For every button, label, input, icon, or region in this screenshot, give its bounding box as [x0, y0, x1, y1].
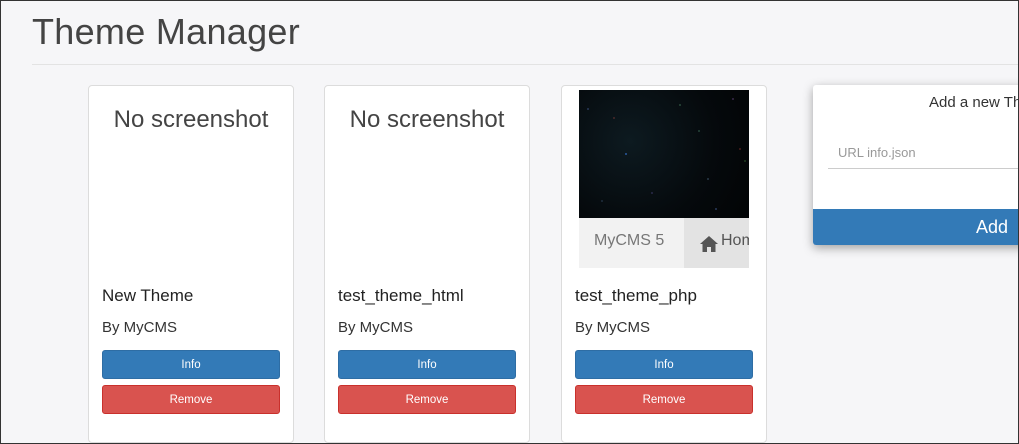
- home-icon: [700, 236, 718, 252]
- theme-author: By MyCMS: [338, 319, 413, 336]
- info-button[interactable]: Info: [575, 350, 753, 379]
- remove-button[interactable]: Remove: [338, 385, 516, 414]
- info-button[interactable]: Info: [338, 350, 516, 379]
- theme-name: New Theme: [102, 286, 194, 305]
- screenshot-background: [579, 90, 749, 218]
- theme-card: No screenshot New Theme By MyCMS Info Re…: [88, 85, 294, 443]
- theme-author: By MyCMS: [102, 319, 177, 336]
- remove-button[interactable]: Remove: [575, 385, 753, 414]
- remove-button[interactable]: Remove: [102, 385, 280, 414]
- theme-name: test_theme_html: [338, 286, 464, 305]
- preview-brand: MyCMS 5: [594, 232, 665, 249]
- add-button[interactable]: Add: [813, 209, 1018, 245]
- add-theme-panel: Add a new Theme Add: [813, 85, 1018, 245]
- preview-home-tab: Home: [684, 218, 749, 268]
- title-divider: [32, 64, 1018, 65]
- theme-card: MyCMS 5 Home test_theme_php By MyCMS Inf…: [561, 85, 767, 443]
- preview-navbar: MyCMS 5 Home: [579, 218, 749, 268]
- url-input[interactable]: [828, 137, 1018, 169]
- add-theme-title: Add a new Theme: [929, 94, 1018, 111]
- theme-manager-page: Theme Manager No screenshot New Theme By…: [0, 0, 1019, 444]
- theme-author: By MyCMS: [575, 319, 650, 336]
- page-title: Theme Manager: [32, 11, 301, 52]
- no-screenshot-placeholder: No screenshot: [349, 106, 505, 133]
- preview-home-label: Home: [721, 232, 749, 249]
- info-button[interactable]: Info: [102, 350, 280, 379]
- no-screenshot-placeholder: No screenshot: [113, 106, 269, 133]
- theme-card: No screenshot test_theme_html By MyCMS I…: [324, 85, 530, 443]
- theme-name: test_theme_php: [575, 286, 697, 305]
- theme-screenshot: MyCMS 5 Home: [579, 90, 749, 268]
